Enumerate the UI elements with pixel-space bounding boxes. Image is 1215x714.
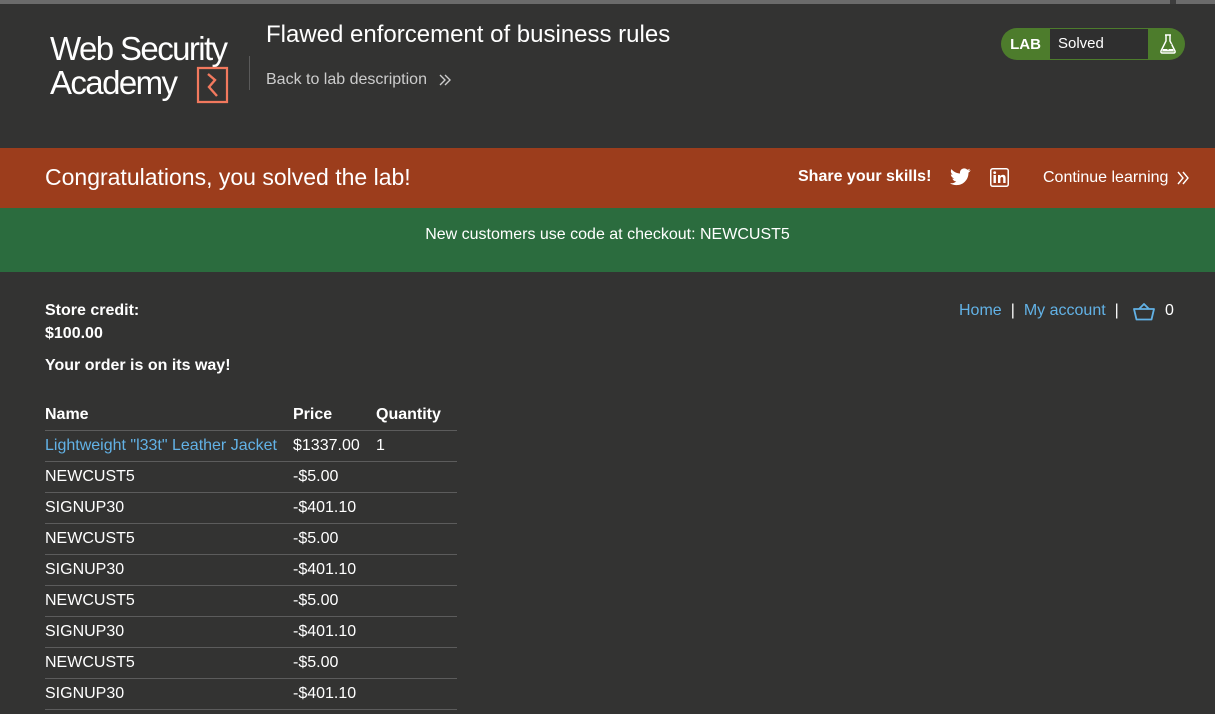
table-row: SIGNUP30 -$401.10 [45,616,457,648]
svg-text:Academy: Academy [50,64,178,101]
item-price: -$401.10 [293,678,376,710]
store-credit-label: Store credit: [45,302,140,319]
flask-icon [1160,34,1176,54]
lab-badge: LAB [1010,36,1041,53]
table-row: NEWCUST5 -$5.00 [45,523,457,555]
notification-text: New customers use code at checkout: NEWC… [425,226,790,243]
coupon-code: SIGNUP30 [45,554,293,586]
column-header-name: Name [45,406,89,423]
item-quantity [376,647,457,679]
table-header-row: Name Price Quantity [45,400,457,431]
lab-status-text: Solved [1050,29,1148,59]
column-header-price: Price [293,406,333,423]
item-quantity: 1 [376,430,457,462]
item-quantity [376,492,457,524]
item-quantity [376,678,457,710]
table-row: SIGNUP30 -$401.10 [45,492,457,524]
store-credit-value: $100.00 [45,325,103,342]
column-header-quantity: Quantity [376,406,441,423]
nav-separator: | [1114,302,1119,319]
coupon-code: SIGNUP30 [45,678,293,710]
my-account-link[interactable]: My account [1024,302,1106,319]
coupon-code: SIGNUP30 [45,616,293,648]
coupon-code: NEWCUST5 [45,647,293,679]
product-link[interactable]: Lightweight "l33t" Leather Jacket [45,437,277,454]
chevron-double-right-icon [1177,171,1189,185]
coupon-code: SIGNUP30 [45,492,293,524]
item-quantity [376,554,457,586]
item-quantity [376,585,457,617]
table-row: Lightweight "l33t" Leather Jacket $1337.… [45,430,457,462]
item-price: -$401.10 [293,554,376,586]
table-row: NEWCUST5 -$5.00 [45,585,457,617]
checkout-code-notification: New customers use code at checkout: NEWC… [0,208,1215,272]
table-row: SIGNUP30 -$401.10 [45,678,457,710]
chevron-double-right-icon [439,74,452,86]
web-security-academy-logo[interactable]: Web Security Academy [45,28,250,104]
table-row: NEWCUST5 -$5.00 [45,461,457,493]
home-link[interactable]: Home [959,302,1002,319]
item-price: -$5.00 [293,585,376,617]
table-row: NEWCUST5 -$5.00 [45,647,457,679]
cart-count[interactable]: 0 [1165,302,1174,320]
solved-banner: Congratulations, you solved the lab! Sha… [0,148,1215,208]
item-quantity [376,616,457,648]
top-nav: Home | My account | [959,302,1128,320]
table-row: SIGNUP30 -$401.10 [45,554,457,586]
continue-learning-link[interactable]: Continue learning [1043,169,1189,187]
linkedin-icon[interactable] [990,168,1009,187]
item-price: -$401.10 [293,616,376,648]
lab-status-widget: LAB Solved [1001,28,1185,60]
item-quantity [376,523,457,555]
basket-icon[interactable] [1133,303,1155,321]
item-quantity [376,461,457,493]
lab-header: Web Security Academy Flawed enforcement … [0,4,1215,148]
lab-title: Flawed enforcement of business rules [266,21,671,48]
coupon-code: NEWCUST5 [45,523,293,555]
item-price: -$401.10 [293,492,376,524]
back-to-lab-description-link[interactable]: Back to lab description [266,71,452,89]
coupon-code: NEWCUST5 [45,585,293,617]
nav-separator: | [1010,302,1015,319]
order-table: Name Price Quantity Lightweight "l33t" L… [45,400,457,710]
item-price: -$5.00 [293,647,376,679]
svg-text:Web Security: Web Security [50,30,229,67]
congratulations-message: Congratulations, you solved the lab! [45,164,411,190]
twitter-icon[interactable] [950,168,971,186]
item-price: $1337.00 [293,430,376,462]
order-confirmation-message: Your order is on its way! [45,357,231,374]
item-price: -$5.00 [293,523,376,555]
coupon-code: NEWCUST5 [45,461,293,493]
item-price: -$5.00 [293,461,376,493]
share-label: Share your skills! [798,168,932,185]
